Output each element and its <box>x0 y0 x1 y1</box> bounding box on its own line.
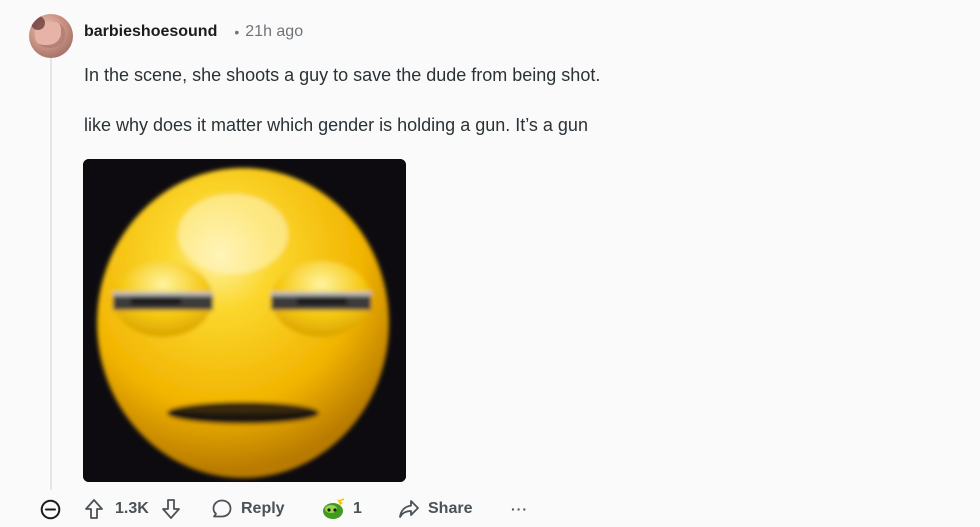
upvote-button[interactable] <box>84 492 104 526</box>
comment-image[interactable] <box>83 159 406 482</box>
timestamp[interactable]: 21h ago <box>245 23 303 41</box>
chat-bubble-icon <box>211 498 233 520</box>
comment-paragraph-2: like why does it matter which gender is … <box>84 115 588 135</box>
reply-button[interactable]: Reply <box>211 492 285 526</box>
meh-emoji-image <box>83 159 406 482</box>
reply-label: Reply <box>241 500 285 517</box>
arrow-down-icon <box>161 498 181 520</box>
award-button[interactable]: 1 <box>321 492 362 526</box>
avatar[interactable] <box>29 14 73 58</box>
arrow-up-icon <box>84 498 104 520</box>
action-bar: 1.3K Reply 1 Share ··· <box>0 492 980 526</box>
award-icon <box>321 497 345 521</box>
share-arrow-icon <box>398 499 420 519</box>
meta-separator: • <box>234 24 240 40</box>
comment: barbieshoesound • 21h ago In the scene, … <box>0 0 980 527</box>
comment-paragraph-1: In the scene, she shoots a guy to save t… <box>84 65 601 85</box>
downvote-button[interactable] <box>161 492 181 526</box>
thread-line[interactable] <box>50 58 52 490</box>
username[interactable]: barbieshoesound <box>84 23 217 41</box>
collapse-button[interactable] <box>40 492 61 526</box>
vote-count: 1.3K <box>115 500 149 517</box>
share-button[interactable]: Share <box>398 492 472 526</box>
award-count: 1 <box>353 500 362 517</box>
more-options-button[interactable]: ··· <box>511 492 528 526</box>
share-label: Share <box>428 500 473 517</box>
minus-circle-icon <box>40 499 61 520</box>
comment-meta: barbieshoesound • 21h ago <box>84 21 303 43</box>
